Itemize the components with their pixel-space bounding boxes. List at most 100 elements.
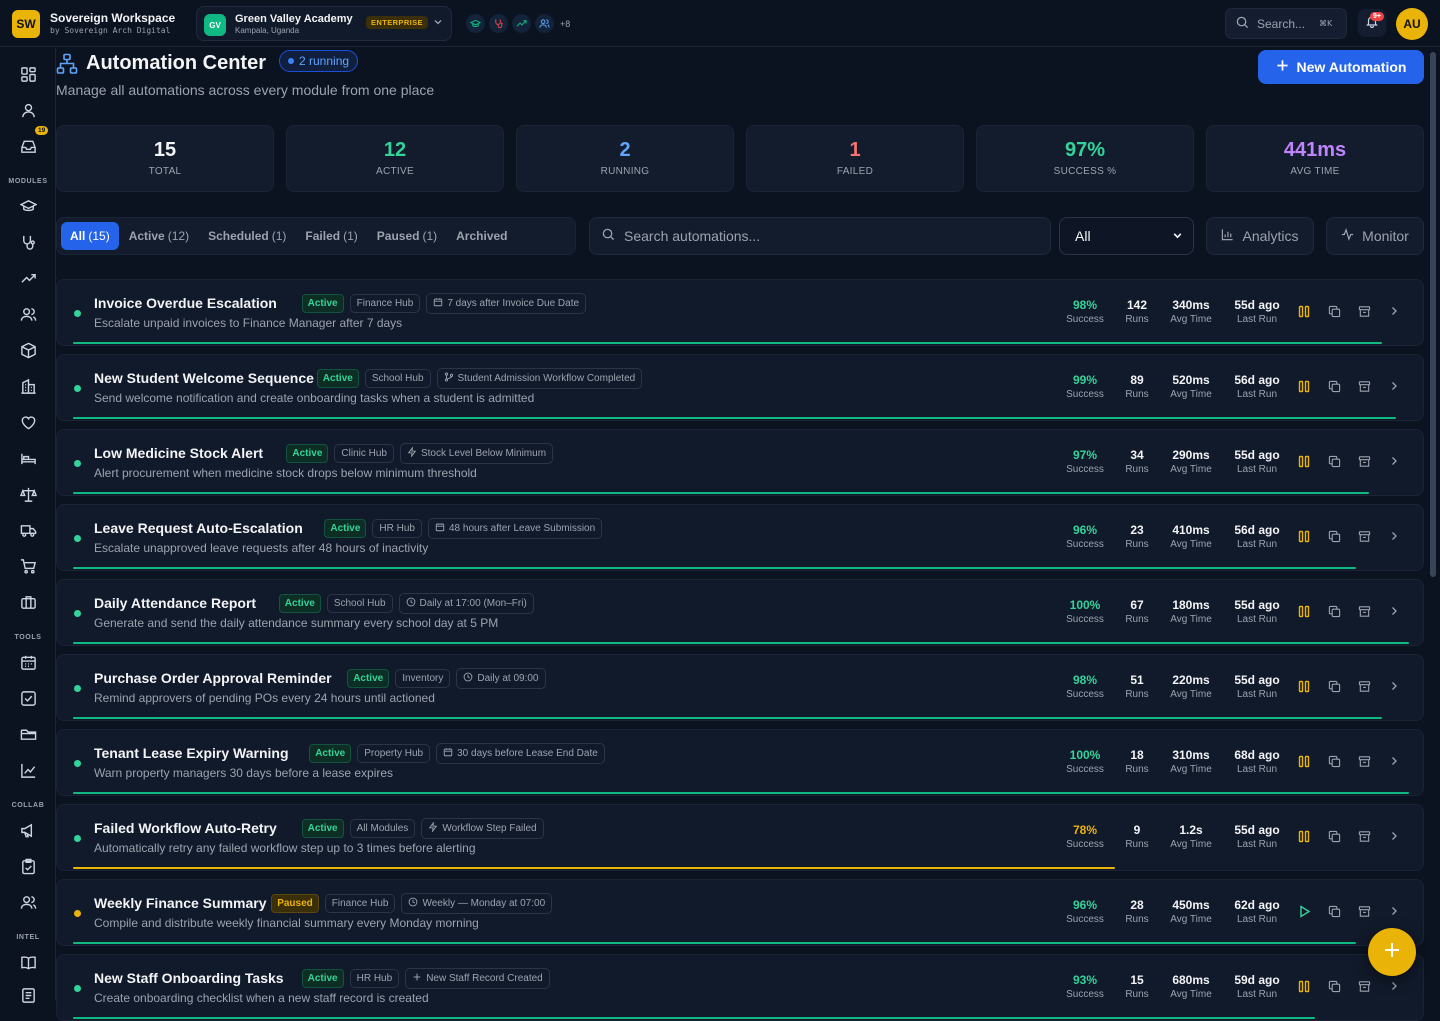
archive-icon[interactable] xyxy=(1355,902,1373,920)
stethoscope-icon[interactable] xyxy=(489,14,508,33)
tab-paused[interactable]: Paused (1) xyxy=(368,222,446,250)
graduation-cap-icon[interactable] xyxy=(466,14,485,33)
tab-all[interactable]: All (15) xyxy=(61,222,119,250)
automation-name[interactable]: New Staff Onboarding Tasks xyxy=(94,970,284,986)
duplicate-icon[interactable] xyxy=(1325,602,1343,620)
floating-add-button[interactable] xyxy=(1368,928,1416,976)
user-icon[interactable] xyxy=(17,99,39,121)
global-search-button[interactable]: Search... ⌘K xyxy=(1225,8,1347,39)
duplicate-icon[interactable] xyxy=(1325,752,1343,770)
chevron-right-icon[interactable] xyxy=(1385,752,1403,770)
chevron-right-icon[interactable] xyxy=(1385,902,1403,920)
automation-name[interactable]: Leave Request Auto-Escalation xyxy=(94,520,303,536)
duplicate-icon[interactable] xyxy=(1325,977,1343,995)
automation-row[interactable]: Invoice Overdue Escalation Escalate unpai… xyxy=(56,279,1424,346)
megaphone-icon[interactable] xyxy=(17,819,39,841)
automation-name[interactable]: Purchase Order Approval Reminder xyxy=(94,670,332,686)
duplicate-icon[interactable] xyxy=(1325,677,1343,695)
checkbox-icon[interactable] xyxy=(17,687,39,709)
package-icon[interactable] xyxy=(17,339,39,361)
chevron-right-icon[interactable] xyxy=(1385,602,1403,620)
more-modules-count[interactable]: +8 xyxy=(560,19,570,29)
automation-name[interactable]: Low Medicine Stock Alert xyxy=(94,445,263,461)
bed-icon[interactable] xyxy=(17,447,39,469)
tab-active[interactable]: Active (12) xyxy=(120,222,198,250)
pause-icon[interactable] xyxy=(1295,527,1313,545)
building-icon[interactable] xyxy=(17,375,39,397)
duplicate-icon[interactable] xyxy=(1325,527,1343,545)
line-chart-icon[interactable] xyxy=(17,759,39,781)
cart-icon[interactable] xyxy=(17,555,39,577)
automation-name[interactable]: New Student Welcome Sequence xyxy=(94,370,314,386)
pause-icon[interactable] xyxy=(1295,302,1313,320)
scrollbar-thumb[interactable] xyxy=(1430,52,1436,577)
org-switcher[interactable]: GV Green Valley Academy Kampala, Uganda … xyxy=(196,6,452,41)
archive-icon[interactable] xyxy=(1355,452,1373,470)
duplicate-icon[interactable] xyxy=(1325,302,1343,320)
module-filter-select[interactable]: All xyxy=(1059,217,1194,255)
team-icon[interactable] xyxy=(17,891,39,913)
heart-icon[interactable] xyxy=(17,411,39,433)
pause-icon[interactable] xyxy=(1295,752,1313,770)
automation-name[interactable]: Failed Workflow Auto-Retry xyxy=(94,820,277,836)
tab-archived[interactable]: Archived xyxy=(447,222,516,250)
pause-icon[interactable] xyxy=(1295,452,1313,470)
chevron-right-icon[interactable] xyxy=(1385,302,1403,320)
duplicate-icon[interactable] xyxy=(1325,827,1343,845)
automation-row[interactable]: Daily Attendance Report Generate and send… xyxy=(56,579,1424,646)
automation-name[interactable]: Weekly Finance Summary xyxy=(94,895,266,911)
automation-row[interactable]: New Student Welcome Sequence Send welcome… xyxy=(56,354,1424,421)
notifications-button[interactable]: 9+ xyxy=(1358,9,1386,37)
chevron-right-icon[interactable] xyxy=(1385,452,1403,470)
archive-icon[interactable] xyxy=(1355,977,1373,995)
briefcase-icon[interactable] xyxy=(17,591,39,613)
analytics-button[interactable]: Analytics xyxy=(1206,217,1314,255)
automation-row[interactable]: Tenant Lease Expiry Warning Warn property… xyxy=(56,729,1424,796)
duplicate-icon[interactable] xyxy=(1325,902,1343,920)
book-icon[interactable] xyxy=(17,951,39,973)
users-icon[interactable] xyxy=(17,303,39,325)
archive-icon[interactable] xyxy=(1355,677,1373,695)
automation-search-input[interactable]: Search automations... xyxy=(589,217,1051,255)
automation-row[interactable]: Weekly Finance Summary Compile and distri… xyxy=(56,879,1424,946)
archive-icon[interactable] xyxy=(1355,602,1373,620)
monitor-button[interactable]: Monitor xyxy=(1326,217,1424,255)
archive-icon[interactable] xyxy=(1355,752,1373,770)
pause-icon[interactable] xyxy=(1295,377,1313,395)
automation-row[interactable]: Failed Workflow Auto-Retry Automatically … xyxy=(56,804,1424,871)
folder-icon[interactable] xyxy=(17,723,39,745)
automation-name[interactable]: Daily Attendance Report xyxy=(94,595,256,611)
duplicate-icon[interactable] xyxy=(1325,452,1343,470)
clipboard-check-icon[interactable] xyxy=(17,855,39,877)
users-icon[interactable] xyxy=(535,14,554,33)
archive-icon[interactable] xyxy=(1355,527,1373,545)
automation-name[interactable]: Invoice Overdue Escalation xyxy=(94,295,277,311)
new-automation-button[interactable]: New Automation xyxy=(1258,50,1424,84)
graduation-cap-icon[interactable] xyxy=(17,195,39,217)
chevron-right-icon[interactable] xyxy=(1385,977,1403,995)
duplicate-icon[interactable] xyxy=(1325,377,1343,395)
automation-row[interactable]: Leave Request Auto-Escalation Escalate un… xyxy=(56,504,1424,571)
workspace-logo[interactable]: SW xyxy=(12,10,40,38)
trending-up-icon[interactable] xyxy=(17,267,39,289)
archive-icon[interactable] xyxy=(1355,827,1373,845)
tab-scheduled[interactable]: Scheduled (1) xyxy=(199,222,295,250)
calendar-icon[interactable] xyxy=(17,651,39,673)
automation-row[interactable]: Purchase Order Approval Reminder Remind a… xyxy=(56,654,1424,721)
user-avatar[interactable]: AU xyxy=(1396,8,1428,40)
scale-icon[interactable] xyxy=(17,483,39,505)
archive-icon[interactable] xyxy=(1355,377,1373,395)
chevron-right-icon[interactable] xyxy=(1385,677,1403,695)
dashboard-icon[interactable] xyxy=(17,63,39,85)
page-scrollbar[interactable] xyxy=(1428,48,1438,1000)
automation-row[interactable]: New Staff Onboarding Tasks Create onboard… xyxy=(56,954,1424,1021)
chevron-right-icon[interactable] xyxy=(1385,827,1403,845)
archive-icon[interactable] xyxy=(1355,302,1373,320)
trending-up-icon[interactable] xyxy=(512,14,531,33)
automation-name[interactable]: Tenant Lease Expiry Warning xyxy=(94,745,289,761)
pause-icon[interactable] xyxy=(1295,602,1313,620)
tab-failed[interactable]: Failed (1) xyxy=(296,222,366,250)
inbox-icon[interactable] xyxy=(17,135,39,157)
truck-icon[interactable] xyxy=(17,519,39,541)
chevron-right-icon[interactable] xyxy=(1385,377,1403,395)
